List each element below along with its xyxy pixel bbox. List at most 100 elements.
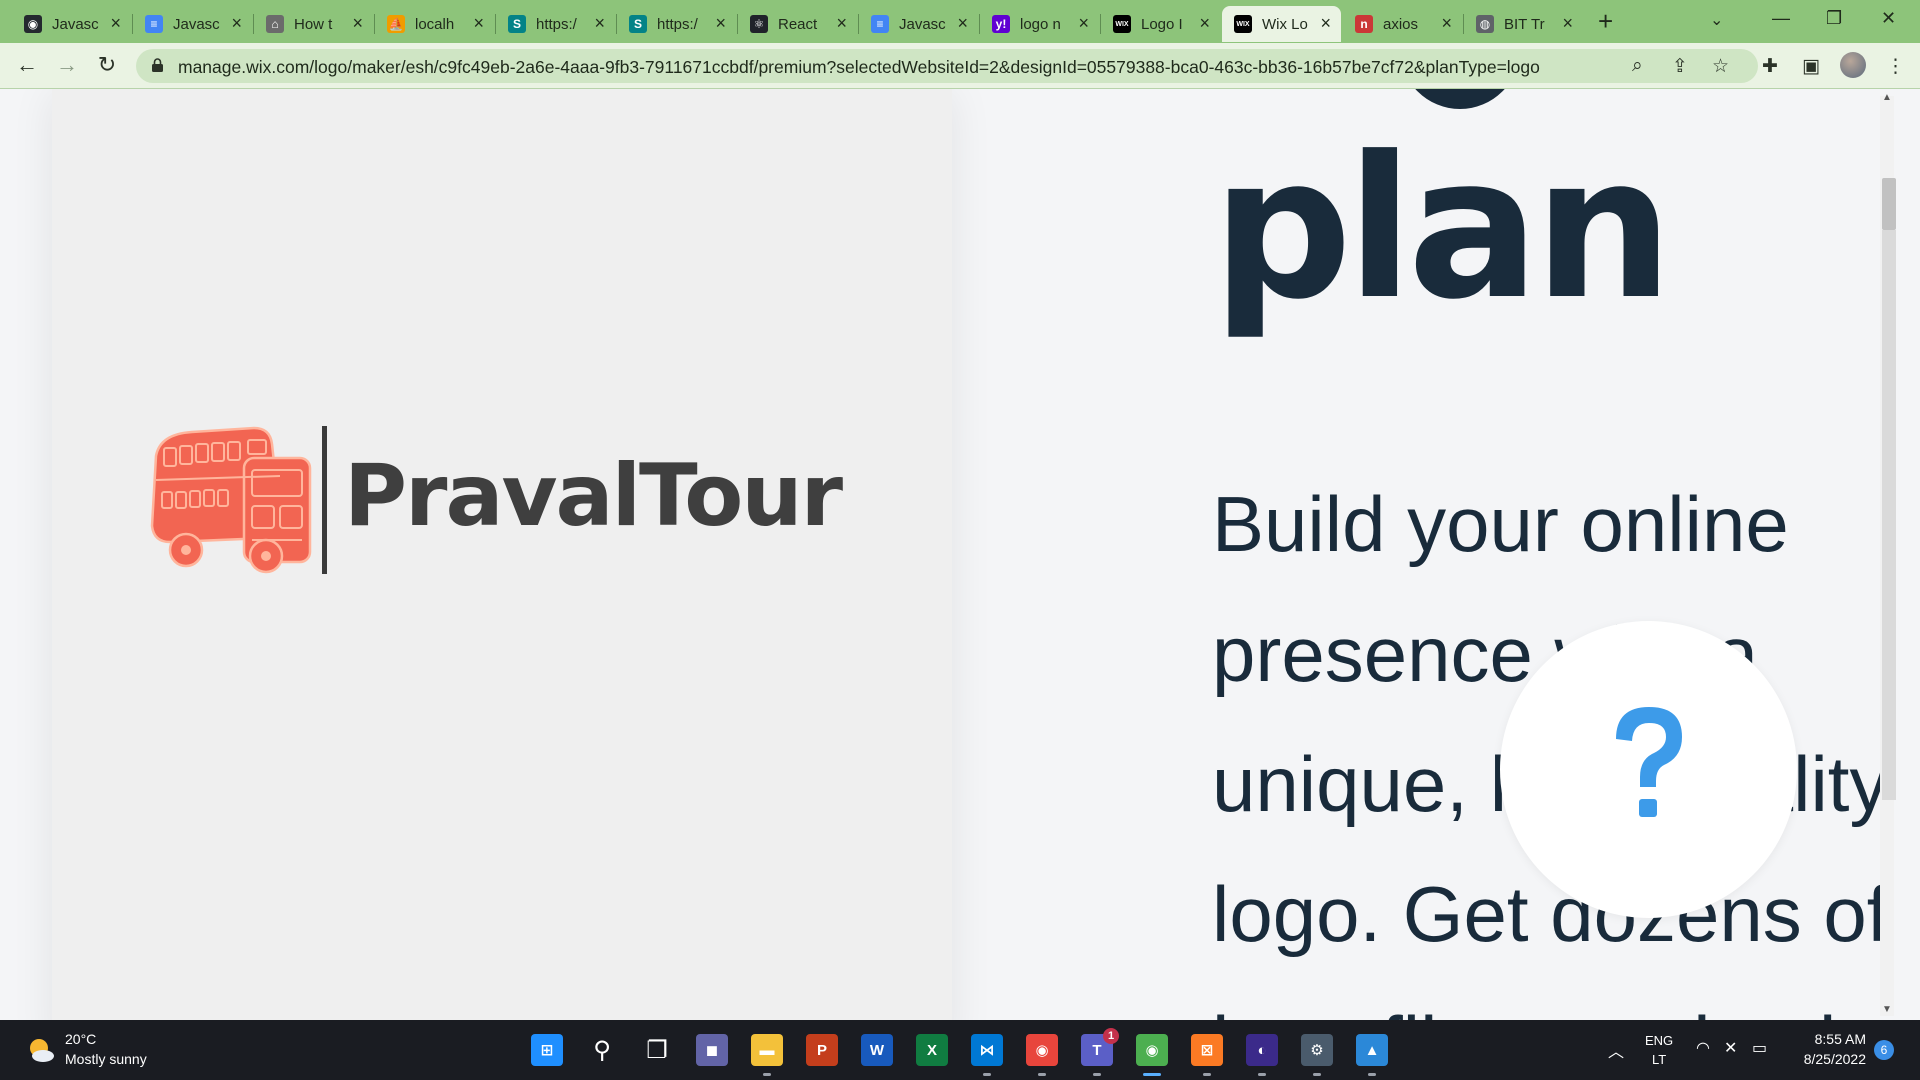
close-tab-icon[interactable]: × <box>110 14 121 32</box>
site-icon: ⌂ <box>266 15 284 33</box>
show-hidden-icons-icon[interactable]: ︿ <box>1608 1038 1624 1062</box>
keyboard-layout: LT <box>1651 1052 1667 1067</box>
clock-time[interactable]: 8:55 AM <box>1794 1031 1866 1047</box>
tab-label: Javasc <box>173 15 220 33</box>
minimize-icon[interactable]: — <box>1772 8 1790 29</box>
task-view-icon[interactable]: ❐ <box>641 1034 673 1066</box>
close-tab-icon[interactable]: × <box>231 14 242 32</box>
file-explorer-icon[interactable]: ▬ <box>751 1034 783 1066</box>
language-indicator[interactable]: ENG LT <box>1645 1031 1673 1069</box>
new-tab-button[interactable]: + <box>1598 8 1613 34</box>
menu-icon[interactable]: ⋮ <box>1886 55 1905 78</box>
lock-icon[interactable] <box>152 58 163 72</box>
chat-icon[interactable]: ◼ <box>696 1034 728 1066</box>
close-tab-icon[interactable]: × <box>473 14 484 32</box>
close-tab-icon[interactable]: × <box>1441 14 1452 32</box>
browser-tab[interactable]: ⛵ localh × <box>375 6 494 42</box>
tab-separator <box>737 14 738 34</box>
vscode-icon[interactable]: ⋈ <box>971 1034 1003 1066</box>
extensions-icon[interactable]: ✚ <box>1762 55 1778 78</box>
share-icon[interactable]: ⇪ <box>1672 55 1688 78</box>
side-panel-icon[interactable]: ▣ <box>1802 55 1820 78</box>
running-indicator <box>1143 1073 1161 1076</box>
tab-label: Logo I <box>1141 15 1183 33</box>
running-indicator <box>1258 1073 1266 1076</box>
close-tab-icon[interactable]: × <box>836 14 847 32</box>
help-button[interactable] <box>1500 621 1797 918</box>
scrollbar-thumb[interactable] <box>1882 178 1896 230</box>
settings-icon[interactable]: ⚙ <box>1301 1034 1333 1066</box>
clock-date[interactable]: 8/25/2022 <box>1788 1051 1866 1067</box>
close-tab-icon[interactable]: × <box>1562 14 1573 32</box>
scroll-down-icon[interactable]: ▼ <box>1882 1004 1892 1015</box>
yahoo-icon: y! <box>992 15 1010 33</box>
forward-icon[interactable]: → <box>54 52 80 78</box>
tab-separator <box>374 14 375 34</box>
tab-label: localh <box>415 15 455 33</box>
eclipse-icon[interactable]: ◐ <box>1246 1034 1278 1066</box>
browser-tab[interactable]: y! logo n × <box>980 6 1099 42</box>
scroll-up-icon[interactable]: ▲ <box>1882 92 1892 103</box>
browser-tab[interactable]: WIX Wix Lo × <box>1222 6 1341 42</box>
zoom-icon[interactable]: ⌕ <box>1632 55 1643 77</box>
powerpoint-icon[interactable]: P <box>806 1034 838 1066</box>
tab-separator <box>858 14 859 34</box>
reload-icon[interactable]: ↻ <box>94 52 120 78</box>
globe-icon: ◍ <box>1476 15 1494 33</box>
tab-separator <box>132 14 133 34</box>
browser-tab[interactable]: ⌂ How t × <box>254 6 373 42</box>
browser-tab[interactable]: ◉ Javasc × <box>12 6 131 42</box>
close-tab-icon[interactable]: × <box>715 14 726 32</box>
weather-temperature[interactable]: 20°C <box>65 1031 96 1047</box>
close-tab-icon[interactable]: × <box>1078 14 1089 32</box>
search-icon[interactable]: ⚲ <box>586 1034 618 1066</box>
tab-label: React <box>778 15 818 33</box>
tab-separator <box>1100 14 1101 34</box>
wifi-icon[interactable]: ◠ <box>1696 1038 1710 1058</box>
volume-muted-icon[interactable]: ✕ <box>1724 1038 1737 1058</box>
logo-preview-card: PravalTour <box>52 89 952 1020</box>
browser-tab[interactable]: ⚛ React × <box>738 6 857 42</box>
weather-description[interactable]: Mostly sunny <box>65 1051 147 1067</box>
tab-label: axios <box>1383 15 1419 33</box>
teams-badge: 1 <box>1103 1028 1119 1044</box>
tab-search-icon[interactable]: ⌄ <box>1710 10 1723 30</box>
restore-icon[interactable]: ❐ <box>1826 8 1842 29</box>
excel-icon[interactable]: X <box>916 1034 948 1066</box>
browser-tab[interactable]: n axios × <box>1343 6 1462 42</box>
close-tab-icon[interactable]: × <box>352 14 363 32</box>
close-tab-icon[interactable]: × <box>1199 14 1210 32</box>
tab-label: Javasc <box>52 15 99 33</box>
start-icon[interactable]: ⊞ <box>531 1034 563 1066</box>
close-tab-icon[interactable]: × <box>957 14 968 32</box>
browser-tab[interactable]: WIX Logo I × <box>1101 6 1220 42</box>
word-icon[interactable]: W <box>861 1034 893 1066</box>
weather-sun-cloud-icon[interactable] <box>26 1035 56 1065</box>
bookmark-star-icon[interactable]: ☆ <box>1712 55 1729 78</box>
browser-tab[interactable]: ≡ Javasc × <box>859 6 978 42</box>
address-bar[interactable]: manage.wix.com/logo/maker/esh/c9fc49eb-2… <box>136 49 1758 83</box>
browser-tab[interactable]: ◍ BIT Tr × <box>1464 6 1583 42</box>
close-tab-icon[interactable]: × <box>594 14 605 32</box>
hero-line: logo files presized <box>1212 979 1912 1020</box>
battery-icon[interactable]: ▭ <box>1752 1038 1767 1058</box>
double-decker-bus-icon <box>150 426 312 574</box>
browser-tab[interactable]: ≡ Javasc × <box>133 6 252 42</box>
xampp-icon[interactable]: ⊠ <box>1191 1034 1223 1066</box>
back-icon[interactable]: ← <box>14 52 40 78</box>
running-indicator <box>983 1073 991 1076</box>
page-title: plan <box>1212 115 1673 343</box>
close-tab-icon[interactable]: × <box>1320 14 1331 32</box>
tab-label: Wix Lo <box>1262 15 1308 33</box>
profile-avatar[interactable] <box>1840 52 1866 78</box>
chrome-profile-icon[interactable]: ◉ <box>1136 1034 1168 1066</box>
photos-icon[interactable]: ▲ <box>1356 1034 1388 1066</box>
running-indicator <box>1368 1073 1376 1076</box>
browser-tab[interactable]: Shttps:/ × <box>617 6 736 42</box>
tab-separator <box>495 14 496 34</box>
browser-tab[interactable]: Shttps:/ × <box>496 6 615 42</box>
close-window-icon[interactable]: ✕ <box>1881 8 1896 29</box>
chrome-icon[interactable]: ◉ <box>1026 1034 1058 1066</box>
notification-badge[interactable]: 6 <box>1874 1040 1894 1060</box>
url-text[interactable]: manage.wix.com/logo/maker/esh/c9fc49eb-2… <box>178 57 1540 78</box>
